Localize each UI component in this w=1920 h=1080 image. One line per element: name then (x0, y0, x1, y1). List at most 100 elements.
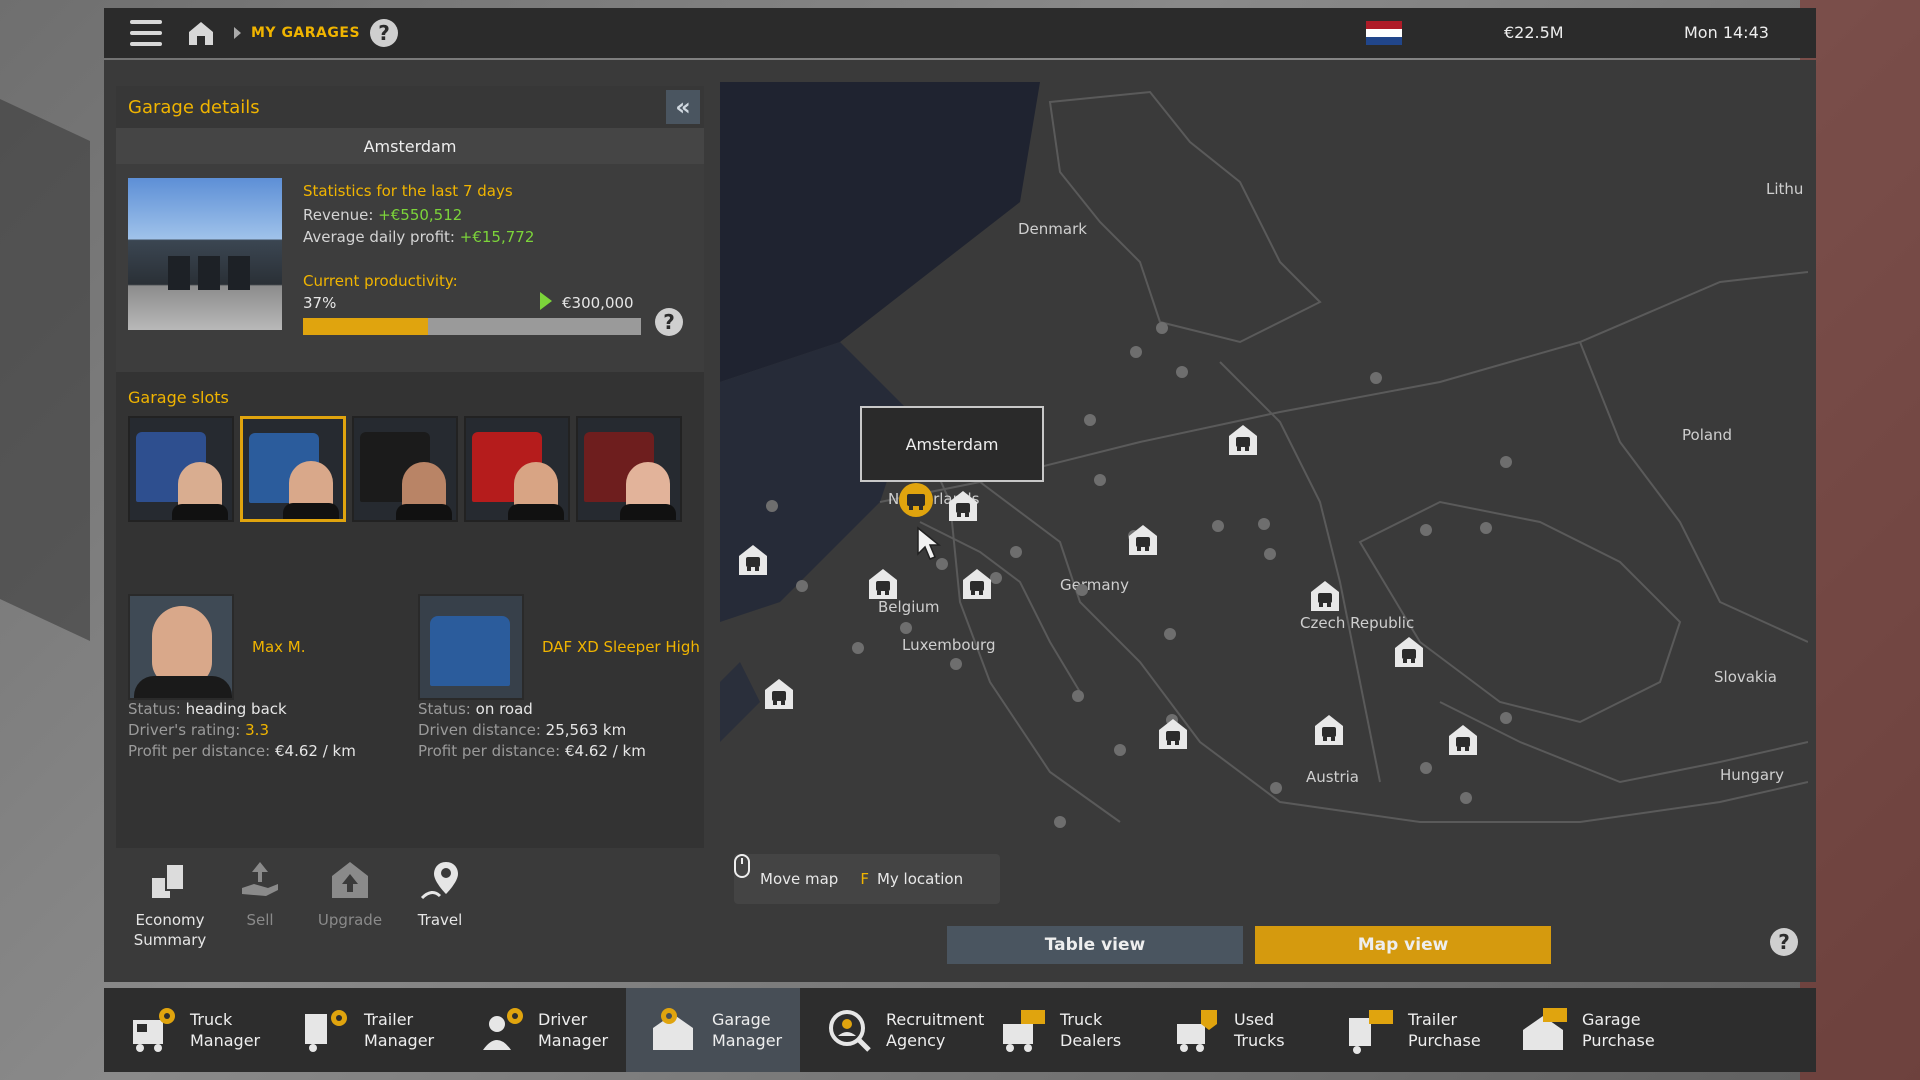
city-dot[interactable] (766, 500, 778, 512)
garage-marker-icon[interactable] (866, 566, 900, 602)
travel-button[interactable]: Travel (398, 848, 482, 966)
nav-garage-purchase[interactable]: Garage Purchase (1496, 988, 1670, 1072)
sell-button[interactable]: Sell (218, 848, 302, 966)
economy-icon (152, 863, 185, 898)
city-dot[interactable] (1370, 372, 1382, 384)
city-dot[interactable] (1084, 414, 1096, 426)
garage-slot[interactable] (240, 416, 346, 522)
garage-marker-icon[interactable] (960, 566, 994, 602)
city-dot[interactable] (1094, 474, 1106, 486)
city-dot[interactable] (1258, 518, 1270, 530)
city-dot[interactable] (1130, 346, 1142, 358)
background-floor (0, 99, 90, 641)
city-dot[interactable] (950, 658, 962, 670)
map-help-button[interactable]: ? (1770, 928, 1798, 956)
driver-profit-value: €4.62 / km (274, 742, 356, 760)
city-dot[interactable] (852, 642, 864, 654)
productivity-target: €300,000 (562, 294, 634, 312)
city-dot[interactable] (1420, 762, 1432, 774)
garage-marker-icon[interactable] (1156, 716, 1190, 752)
avg-profit-label: Average daily profit: (303, 228, 455, 246)
productivity-help-button[interactable]: ? (655, 308, 683, 336)
garage-details-header: Garage details « (116, 86, 704, 128)
truck-distance-label: Driven distance: (418, 721, 541, 739)
city-dot[interactable] (1264, 548, 1276, 560)
trailer-purchase-icon (1349, 1010, 1393, 1054)
table-view-button[interactable]: Table view (947, 926, 1243, 964)
slot-driver-shirt (508, 504, 564, 520)
nav-used-trucks[interactable]: Used Trucks (1148, 988, 1322, 1072)
avg-profit-value: +€15,772 (459, 228, 535, 246)
hamburger-menu-icon[interactable] (130, 20, 162, 46)
nav-garage-manager[interactable]: Garage Manager (626, 988, 800, 1072)
map-hint-bar: Move map F My location (734, 854, 1000, 904)
my-location-hint[interactable]: My location (877, 870, 963, 888)
driver-manager-icon (483, 1008, 523, 1050)
city-dot[interactable] (1500, 712, 1512, 724)
breadcrumb-my-garages[interactable]: MY GARAGES (251, 25, 360, 41)
nav-label: Garage Purchase (1582, 1010, 1655, 1050)
active-garage-marker-icon[interactable] (896, 482, 936, 522)
city-dot[interactable] (1176, 366, 1188, 378)
garage-marker-icon[interactable] (1312, 712, 1346, 748)
city-dot[interactable] (1076, 584, 1088, 596)
map-label-poland: Poland (1682, 426, 1733, 444)
city-dot[interactable] (1010, 546, 1022, 558)
garage-marker-icon[interactable] (946, 488, 980, 524)
garage-marker-icon[interactable] (762, 676, 796, 712)
driver-status-value: heading back (185, 700, 287, 718)
garage-marker-icon[interactable] (736, 542, 770, 578)
nav-truck-dealers[interactable]: Truck Dealers (974, 988, 1148, 1072)
garage-marker-icon[interactable] (1392, 634, 1426, 670)
nav-label: Truck Manager (190, 1010, 261, 1050)
driver-status: Status: heading back (128, 700, 287, 718)
collapse-panel-button[interactable]: « (666, 90, 700, 124)
city-dot[interactable] (1500, 456, 1512, 468)
truck-profit-value: €4.62 / km (564, 742, 646, 760)
garage-map[interactable]: Denmark Lithu Netherlands Poland Germany… (720, 82, 1808, 912)
home-icon[interactable] (186, 18, 216, 48)
slot-driver-shirt (396, 504, 452, 520)
game-clock: Mon 14:43 (1684, 23, 1769, 42)
garage-slot[interactable] (464, 416, 570, 522)
driver-name: Max M. (252, 638, 306, 656)
city-dot[interactable] (1212, 520, 1224, 532)
nav-truck-manager[interactable]: Truck Manager (104, 988, 278, 1072)
city-dot[interactable] (1164, 628, 1176, 640)
city-dot[interactable] (1460, 792, 1472, 804)
truck-image[interactable] (418, 594, 524, 700)
garage-marker-icon[interactable] (1226, 422, 1260, 458)
city-dot[interactable] (900, 622, 912, 634)
garage-slot[interactable] (128, 416, 234, 522)
city-dot[interactable] (1054, 816, 1066, 828)
garage-marker-icon[interactable] (1446, 722, 1480, 758)
garage-slot[interactable] (352, 416, 458, 522)
city-dot[interactable] (1270, 782, 1282, 794)
city-dot[interactable] (1480, 522, 1492, 534)
driver-profit-label: Profit per distance: (128, 742, 271, 760)
city-dot[interactable] (1420, 524, 1432, 536)
garage-marker-icon[interactable] (1126, 522, 1160, 558)
slot-driver-shirt (620, 504, 676, 520)
help-button[interactable]: ? (370, 19, 399, 47)
move-map-hint: Move map (760, 870, 839, 888)
garage-purchase-icon (1523, 1008, 1567, 1050)
truck-distance: Driven distance: 25,563 km (418, 721, 626, 739)
economy-summary-button[interactable]: Economy Summary (128, 848, 212, 966)
city-dot[interactable] (1072, 690, 1084, 702)
city-dot[interactable] (1114, 744, 1126, 756)
garage-marker-icon[interactable] (1308, 578, 1342, 614)
city-dot[interactable] (796, 580, 808, 592)
truck-profit: Profit per distance: €4.62 / km (418, 742, 646, 760)
flag-white-stripe (1366, 29, 1402, 37)
nav-trailer-purchase[interactable]: Trailer Purchase (1322, 988, 1496, 1072)
nav-trailer-manager[interactable]: Trailer Manager (278, 988, 452, 1072)
driver-portrait[interactable] (128, 594, 234, 700)
upgrade-button[interactable]: Upgrade (308, 848, 392, 966)
map-label-austria: Austria (1306, 768, 1359, 786)
map-view-button[interactable]: Map view (1255, 926, 1551, 964)
nav-recruitment[interactable]: Recruitment Agency (800, 988, 984, 1072)
nav-driver-manager[interactable]: Driver Manager (452, 988, 626, 1072)
garage-slot[interactable] (576, 416, 682, 522)
city-dot[interactable] (1156, 322, 1168, 334)
